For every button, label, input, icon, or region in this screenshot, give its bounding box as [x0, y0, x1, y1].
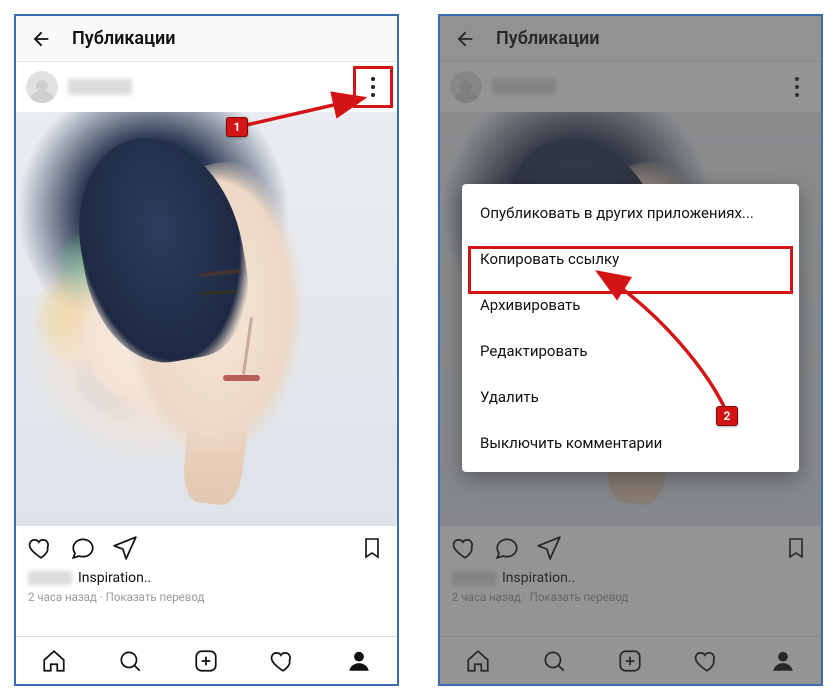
bottom-tabbar: [16, 636, 397, 684]
search-icon: [541, 648, 567, 674]
send-icon: [536, 535, 562, 561]
tab-add[interactable]: [616, 647, 644, 675]
timestamp: 2 часа назад: [452, 590, 521, 604]
save-button[interactable]: [359, 535, 385, 561]
like-button[interactable]: [452, 535, 478, 561]
post-actions: [16, 526, 397, 570]
page-title: Публикации: [72, 28, 175, 49]
comment-button[interactable]: [494, 535, 520, 561]
heart-icon: [694, 648, 720, 674]
heart-icon: [452, 535, 478, 561]
tab-add[interactable]: [192, 647, 220, 675]
translate-link[interactable]: Показать перевод: [106, 590, 205, 604]
bookmark-icon: [360, 536, 384, 560]
menu-item-disable-comments[interactable]: Выключить комментарии: [462, 420, 799, 466]
tab-search[interactable]: [116, 647, 144, 675]
post-actions: [440, 526, 821, 570]
tab-home[interactable]: [464, 647, 492, 675]
translate-link[interactable]: Показать перевод: [530, 590, 629, 604]
caption-username-blurred[interactable]: [452, 571, 496, 585]
post-caption: Inspiration..: [16, 570, 397, 590]
more-options-button[interactable]: [783, 69, 811, 105]
menu-item-archive[interactable]: Архивировать: [462, 282, 799, 328]
bookmark-icon: [784, 536, 808, 560]
home-icon: [465, 648, 491, 674]
arrow-left-icon: [30, 28, 52, 50]
save-button[interactable]: [783, 535, 809, 561]
plus-square-icon: [193, 648, 219, 674]
image-content: [123, 162, 352, 485]
send-icon: [112, 535, 138, 561]
app-header: Публикации: [16, 16, 397, 62]
caption-username-blurred[interactable]: [28, 571, 72, 585]
options-menu: Опубликовать в других приложениях... Коп…: [462, 184, 799, 472]
share-button[interactable]: [536, 535, 562, 561]
menu-item-delete[interactable]: Удалить: [462, 374, 799, 420]
username-blurred[interactable]: [492, 79, 556, 95]
back-button[interactable]: [28, 26, 54, 52]
bottom-tabbar: [440, 636, 821, 684]
like-button[interactable]: [28, 535, 54, 561]
post-header: [440, 62, 821, 112]
heart-icon: [28, 535, 54, 561]
username-blurred[interactable]: [68, 79, 132, 95]
post-meta: 2 часа назад · Показать перевод: [16, 590, 397, 610]
tab-activity[interactable]: [693, 647, 721, 675]
tab-profile[interactable]: [769, 647, 797, 675]
post-header: [16, 62, 397, 112]
share-button[interactable]: [112, 535, 138, 561]
screenshot-step-2: Публикации: [438, 14, 823, 686]
tab-activity[interactable]: [269, 647, 297, 675]
home-icon: [41, 648, 67, 674]
back-button[interactable]: [452, 26, 478, 52]
plus-square-icon: [617, 648, 643, 674]
tab-search[interactable]: [540, 647, 568, 675]
menu-item-edit[interactable]: Редактировать: [462, 328, 799, 374]
user-icon: [346, 648, 372, 674]
menu-item-share-other-apps[interactable]: Опубликовать в других приложениях...: [462, 190, 799, 236]
tab-home[interactable]: [40, 647, 68, 675]
page-title: Публикации: [496, 28, 599, 49]
tab-profile[interactable]: [345, 647, 373, 675]
comment-button[interactable]: [70, 535, 96, 561]
step-badge-1: 1: [226, 117, 248, 137]
avatar[interactable]: [450, 71, 482, 103]
post-meta: 2 часа назад · Показать перевод: [440, 590, 821, 610]
post-caption: Inspiration..: [440, 570, 821, 590]
menu-item-copy-link[interactable]: Копировать ссылку: [462, 236, 799, 282]
timestamp: 2 часа назад: [28, 590, 97, 604]
screenshot-step-1: Публикации: [14, 14, 399, 686]
search-icon: [117, 648, 143, 674]
more-options-button[interactable]: [359, 69, 387, 105]
post-image[interactable]: [16, 112, 397, 526]
arrow-left-icon: [454, 28, 476, 50]
app-header: Публикации: [440, 16, 821, 62]
step-badge-2: 2: [716, 406, 738, 426]
caption-text: Inspiration..: [502, 570, 575, 586]
comment-icon: [494, 535, 520, 561]
comment-icon: [70, 535, 96, 561]
avatar[interactable]: [26, 71, 58, 103]
heart-icon: [270, 648, 296, 674]
caption-text: Inspiration..: [78, 570, 151, 586]
user-icon: [770, 648, 796, 674]
